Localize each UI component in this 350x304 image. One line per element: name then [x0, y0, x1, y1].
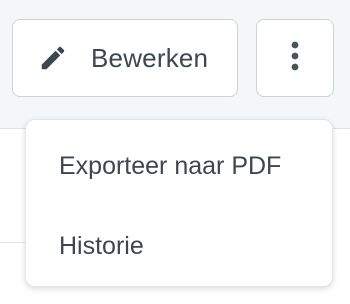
pencil-icon [37, 42, 69, 74]
more-options-button[interactable] [256, 19, 334, 97]
edit-button[interactable]: Bewerken [12, 19, 238, 97]
menu-item-label: Historie [59, 231, 144, 260]
options-dropdown-menu: Exporteer naar PDF Historie [25, 119, 333, 287]
menu-item-export-pdf[interactable]: Exporteer naar PDF [26, 134, 332, 198]
edit-button-label: Bewerken [91, 42, 209, 73]
menu-item-history[interactable]: Historie [26, 214, 332, 278]
menu-item-label: Exporteer naar PDF [59, 151, 282, 180]
more-vertical-icon [291, 41, 299, 76]
page: Bewerken Exporteer naar PDF Historie [0, 0, 350, 304]
